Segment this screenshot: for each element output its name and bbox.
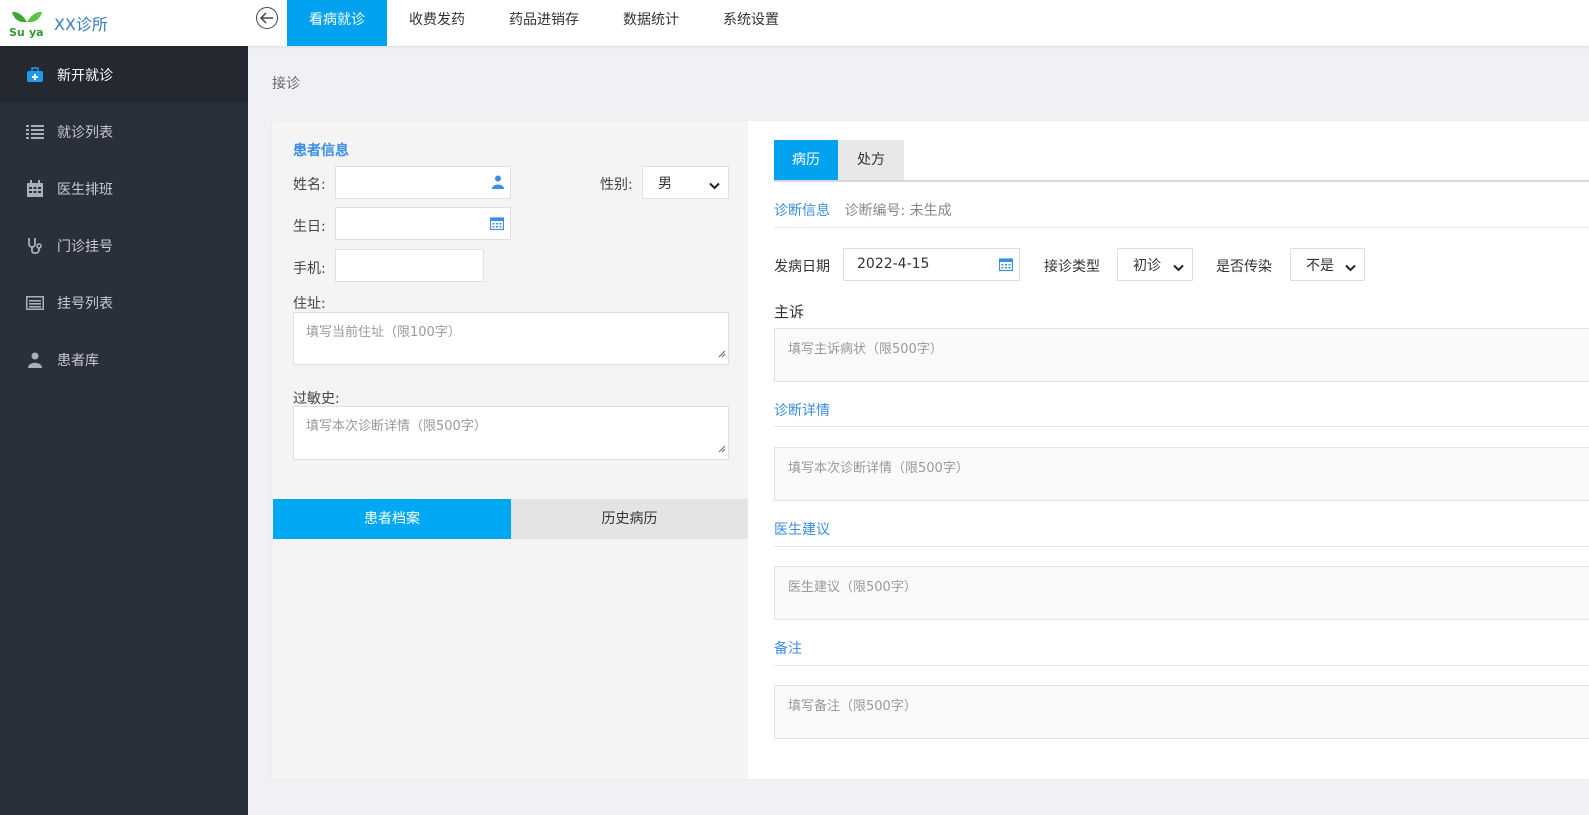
register-list-icon <box>25 293 45 313</box>
top-bar: Su ya XX诊所 看病就诊 收费发药 药品进销存 数据统计 系统设置 <box>0 0 1589 46</box>
user-icon <box>25 350 45 370</box>
nav-item-charge[interactable]: 收费发药 <box>387 0 487 46</box>
diagnosis-number: 诊断编号: 未生成 <box>844 203 952 219</box>
visit-card: 患者信息 姓名: 性别: 男 生日: 手机: 住址: 填写当前住址（限100字）… <box>272 121 1589 779</box>
complaint-textarea[interactable]: 填写主诉病状（限500字） <box>774 328 1589 382</box>
divider <box>774 546 1589 547</box>
doctor-advice-placeholder: 医生建议（限500字） <box>788 580 917 595</box>
phone-field[interactable] <box>335 249 484 282</box>
chevron-down-icon <box>1345 260 1356 276</box>
visit-type-label: 接诊类型 <box>1044 259 1100 275</box>
tab-prescription[interactable]: 处方 <box>838 140 904 180</box>
svg-text:ya: ya <box>29 26 44 38</box>
birthday-label: 生日: <box>293 219 326 235</box>
infectious-select[interactable]: 不是 <box>1290 248 1365 281</box>
medical-kit-icon <box>25 65 45 85</box>
visit-type-value: 初诊 <box>1133 257 1161 274</box>
sidebar-item-patients[interactable]: 患者库 <box>0 331 248 388</box>
complaint-placeholder: 填写主诉病状（限500字） <box>788 342 943 357</box>
sidebar-item-schedule[interactable]: 医生排班 <box>0 160 248 217</box>
onset-date-field[interactable]: 2022-4-15 <box>843 248 1020 281</box>
record-panel: 病历 处方 诊断信息 诊断编号: 未生成 发病日期 2022-4-15 接诊类型… <box>774 121 1589 779</box>
calendar-icon <box>998 257 1014 275</box>
remark-textarea[interactable]: 填写备注（限500字） <box>774 685 1589 739</box>
nav-item-settings[interactable]: 系统设置 <box>701 0 801 46</box>
tab-medical-record[interactable]: 病历 <box>774 140 838 180</box>
resize-grip-icon[interactable] <box>718 442 726 457</box>
sidebar-item-label: 门诊挂号 <box>57 238 113 255</box>
onset-date-value: 2022-4-15 <box>857 256 930 272</box>
breadcrumb: 接诊 <box>272 76 300 92</box>
arrow-left-icon <box>260 12 273 24</box>
complaint-label: 主诉 <box>774 303 805 321</box>
logo[interactable]: Su ya XX诊所 <box>8 8 108 38</box>
tab-underline <box>774 180 1589 182</box>
gender-select[interactable]: 男 <box>642 166 729 199</box>
nav-item-inventory[interactable]: 药品进销存 <box>487 0 601 46</box>
remark-placeholder: 填写备注（限500字） <box>788 699 917 714</box>
address-label: 住址: <box>293 296 326 312</box>
tab-history-records[interactable]: 历史病历 <box>511 499 748 539</box>
diagnosis-detail-label: 诊断详情 <box>774 403 830 419</box>
sidebar: 新开就诊 就诊列表 医生排班 门诊挂号 挂号列表 患者库 <box>0 46 248 815</box>
divider <box>774 665 1589 666</box>
sidebar-item-label: 医生排班 <box>57 181 113 198</box>
sidebar-item-label: 新开就诊 <box>57 67 113 84</box>
address-textarea[interactable]: 填写当前住址（限100字） <box>293 312 729 365</box>
divider <box>774 426 1589 427</box>
sidebar-item-label: 挂号列表 <box>57 295 113 312</box>
patient-panel: 患者信息 姓名: 性别: 男 生日: 手机: 住址: 填写当前住址（限100字）… <box>272 121 748 779</box>
name-label: 姓名: <box>293 177 326 193</box>
sidebar-item-visit-list[interactable]: 就诊列表 <box>0 103 248 160</box>
sidebar-item-new-visit[interactable]: 新开就诊 <box>0 46 248 103</box>
divider <box>774 227 1589 228</box>
gender-label: 性别: <box>600 177 633 193</box>
resize-grip-icon[interactable] <box>718 347 726 362</box>
birthday-field[interactable] <box>335 207 511 240</box>
address-placeholder: 填写当前住址（限100字） <box>306 325 461 340</box>
chevron-down-icon <box>1173 260 1184 276</box>
back-button[interactable] <box>256 7 278 29</box>
visit-type-select[interactable]: 初诊 <box>1117 248 1193 281</box>
chevron-down-icon <box>709 178 720 194</box>
allergy-placeholder: 填写本次诊断详情（限500字） <box>306 419 487 434</box>
infectious-label: 是否传染 <box>1216 259 1272 275</box>
nav-item-visit[interactable]: 看病就诊 <box>287 0 387 46</box>
patient-section-title: 患者信息 <box>293 143 349 159</box>
stethoscope-icon <box>25 236 45 256</box>
allergy-label: 过敏史: <box>293 391 340 407</box>
list-icon <box>25 122 45 142</box>
nav-item-statistics[interactable]: 数据统计 <box>601 0 701 46</box>
diagnosis-info-row: 诊断信息 诊断编号: 未生成 <box>774 200 952 220</box>
diagnosis-info-label: 诊断信息 <box>774 203 830 219</box>
sidebar-item-label: 就诊列表 <box>57 124 113 141</box>
allergy-textarea[interactable]: 填写本次诊断详情（限500字） <box>293 406 729 460</box>
doctor-advice-label: 医生建议 <box>774 522 830 538</box>
sidebar-item-register-list[interactable]: 挂号列表 <box>0 274 248 331</box>
calendar-icon <box>25 179 45 199</box>
top-nav: 看病就诊 收费发药 药品进销存 数据统计 系统设置 <box>287 0 801 46</box>
remark-label: 备注 <box>774 641 802 657</box>
user-icon <box>492 175 504 193</box>
tab-patient-archive[interactable]: 患者档案 <box>273 499 511 539</box>
sidebar-item-label: 患者库 <box>57 352 99 369</box>
logo-leaf-icon: Su ya <box>9 11 44 38</box>
gender-value: 男 <box>658 175 672 192</box>
sidebar-item-registration[interactable]: 门诊挂号 <box>0 217 248 274</box>
infectious-value: 不是 <box>1306 257 1334 274</box>
app-title: XX诊所 <box>54 15 108 34</box>
phone-label: 手机: <box>293 261 326 277</box>
calendar-icon <box>489 216 505 234</box>
diagnosis-detail-placeholder: 填写本次诊断详情（限500字） <box>788 461 969 476</box>
doctor-advice-textarea[interactable]: 医生建议（限500字） <box>774 566 1589 620</box>
diagnosis-detail-textarea[interactable]: 填写本次诊断详情（限500字） <box>774 447 1589 501</box>
name-field[interactable] <box>335 166 511 199</box>
onset-date-label: 发病日期 <box>774 259 830 275</box>
svg-text:Su: Su <box>9 26 25 38</box>
